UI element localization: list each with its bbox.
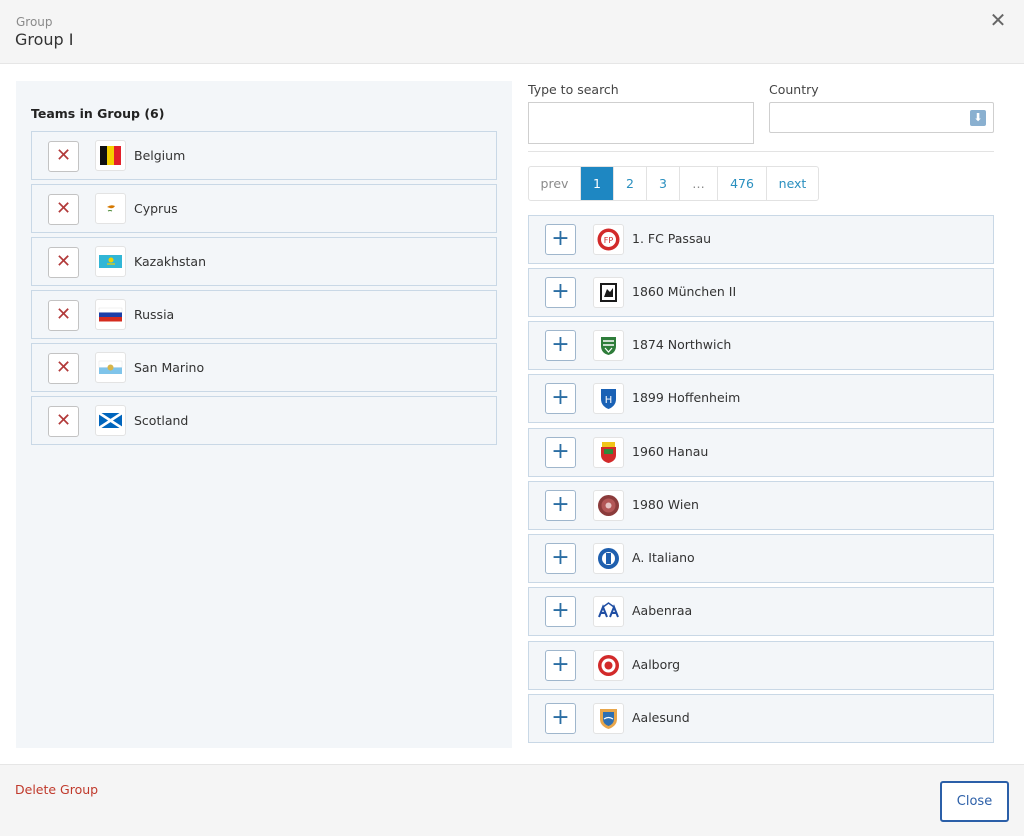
club-row: + H 1899 Hoffenheim [528,374,994,423]
country-label: Country [769,82,819,97]
team-name: Russia [134,307,175,322]
club-name: 1899 Hoffenheim [632,390,741,405]
teams-in-group-panel: Teams in Group (6) ✕ Belgium ✕ Cyprus ✕ … [16,81,512,748]
add-team-button[interactable]: + [545,437,576,468]
team-row: ✕ Belgium [31,131,497,180]
club-name: 1874 Northwich [632,337,732,352]
close-button[interactable]: Close [940,781,1009,822]
add-team-button[interactable]: + [545,596,576,627]
club-row: + Aalesund [528,694,994,743]
remove-team-button[interactable]: ✕ [48,353,79,384]
modal-title: Group I [15,30,74,49]
add-team-button[interactable]: + [545,277,576,308]
divider [528,151,994,152]
club-name: 1960 Hanau [632,444,709,459]
chevron-down-icon[interactable]: ⬇ [970,110,986,126]
fc-passau-logo-icon: FP [593,224,624,255]
team-name: Kazakhstan [134,254,207,269]
pagination-page-476[interactable]: 476 [718,167,767,200]
add-team-button[interactable]: + [545,490,576,521]
club-name: 1980 Wien [632,497,699,512]
belgium-flag-icon [95,140,126,171]
add-team-button[interactable]: + [545,330,576,361]
team-row: ✕ San Marino [31,343,497,392]
add-team-button[interactable]: + [545,224,576,255]
san-marino-flag-icon [95,352,126,383]
modal-header: Group Group I ✕ [0,0,1024,64]
club-name: 1. FC Passau [632,231,712,246]
club-name: 1860 München II [632,284,737,299]
club-row: + Aalborg [528,641,994,690]
country-select[interactable]: ⬇ [769,102,994,133]
remove-team-button[interactable]: ✕ [48,141,79,172]
delete-group-link[interactable]: Delete Group [15,782,98,797]
team-row: ✕ Scotland [31,396,497,445]
scotland-flag-icon [95,405,126,436]
team-name: San Marino [134,360,205,375]
club-row: + 1874 Northwich [528,321,994,370]
aalesund-logo-icon [593,703,624,734]
1860-muenchen-logo-icon [593,277,624,308]
aabenraa-logo-icon [593,596,624,627]
team-row: ✕ Cyprus [31,184,497,233]
add-team-button[interactable]: + [545,383,576,414]
club-row: + 1860 München II [528,268,994,317]
club-row: + Aabenraa [528,587,994,636]
aalborg-logo-icon [593,650,624,681]
hoffenheim-logo-icon: H [593,383,624,414]
pagination-page-3[interactable]: 3 [647,167,680,200]
club-row: + 1960 Hanau [528,428,994,477]
club-name: Aabenraa [632,603,693,618]
club-row: + FP 1. FC Passau [528,215,994,264]
add-team-button[interactable]: + [545,703,576,734]
russia-flag-icon [95,299,126,330]
header-subtitle: Group [16,15,53,29]
club-name: Aalborg [632,657,681,672]
add-team-button[interactable]: + [545,543,576,574]
search-input[interactable] [528,102,754,144]
club-name: Aalesund [632,710,690,725]
remove-team-button[interactable]: ✕ [48,194,79,225]
team-name: Scotland [134,413,189,428]
wien-logo-icon [593,490,624,521]
hanau-logo-icon [593,437,624,468]
remove-team-button[interactable]: ✕ [48,247,79,278]
pagination-page-2[interactable]: 2 [614,167,647,200]
modal-footer: Delete Group Close [0,764,1024,836]
team-row: ✕ Russia [31,290,497,339]
team-name: Belgium [134,148,186,163]
cyprus-flag-icon [95,193,126,224]
club-name: A. Italiano [632,550,695,565]
pagination-ellipsis: … [680,167,718,200]
a-italiano-logo-icon [593,543,624,574]
search-label: Type to search [528,82,619,97]
svg-text:H: H [605,395,613,406]
club-row: + 1980 Wien [528,481,994,530]
svg-text:FP: FP [604,236,614,245]
club-row: + A. Italiano [528,534,994,583]
add-team-button[interactable]: + [545,650,576,681]
remove-team-button[interactable]: ✕ [48,300,79,331]
pagination-prev[interactable]: prev [529,167,581,200]
1874-northwich-logo-icon [593,330,624,361]
kazakhstan-flag-icon [95,246,126,277]
pagination-next[interactable]: next [767,167,818,200]
teams-in-group-title: Teams in Group (6) [31,106,165,121]
team-row: ✕ Kazakhstan [31,237,497,286]
remove-team-button[interactable]: ✕ [48,406,79,437]
close-icon[interactable]: ✕ [986,8,1010,32]
pagination: prev 1 2 3 … 476 next [528,166,819,201]
team-name: Cyprus [134,201,178,216]
pagination-page-1[interactable]: 1 [581,167,614,200]
